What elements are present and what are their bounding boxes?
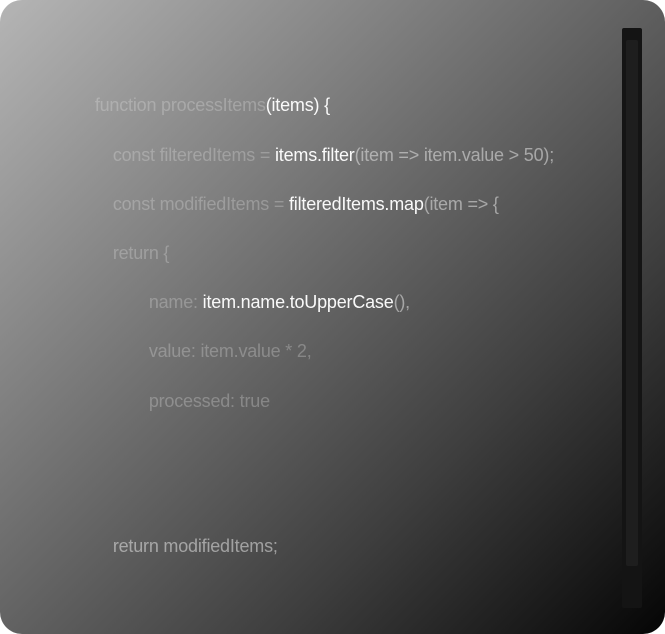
- code-line-8: return modifiedItems;: [84, 510, 278, 582]
- code-token: const filteredItems =: [112, 145, 275, 165]
- scrollbar-thumb[interactable]: [626, 40, 638, 566]
- code-preview-panel: function processItems(items) { const fil…: [0, 0, 665, 634]
- code-token: filteredItems.map: [289, 194, 424, 214]
- code-token: const modifiedItems =: [112, 194, 289, 214]
- code-token: item.name.toUpperCase: [202, 292, 394, 312]
- code-token: (items) {: [265, 95, 330, 115]
- code-token: (item => item.value > 50);: [354, 145, 555, 165]
- code-token: items.filter: [274, 145, 355, 165]
- vertical-scrollbar[interactable]: [622, 28, 642, 608]
- code-token: return {: [112, 243, 170, 263]
- code-token: function processItems: [94, 95, 266, 115]
- code-token: (),: [393, 292, 411, 312]
- code-token: processed: true: [148, 391, 270, 411]
- code-area: function processItems(items) { const fil…: [0, 0, 610, 634]
- code-token: value: item.value * 2,: [148, 341, 312, 361]
- code-token: name:: [148, 292, 203, 312]
- code-line-7: processed: true: [120, 365, 270, 437]
- code-token: (item => {: [423, 194, 499, 214]
- code-token: return modifiedItems;: [112, 536, 278, 556]
